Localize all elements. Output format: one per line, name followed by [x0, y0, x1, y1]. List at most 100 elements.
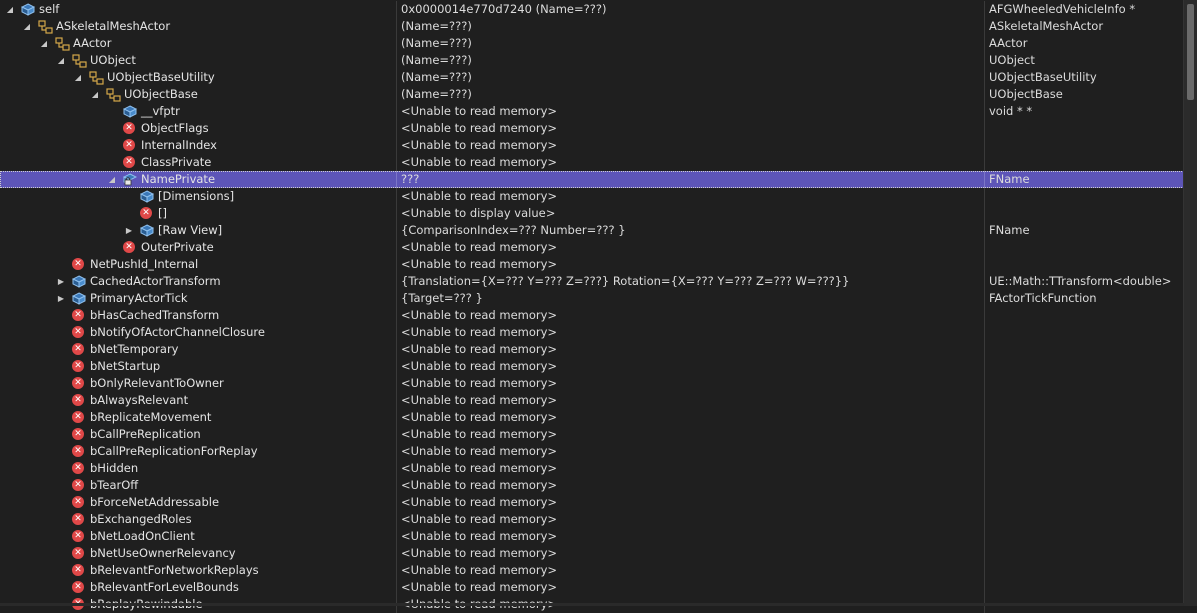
value-cell[interactable]: <Unable to read memory> — [396, 477, 984, 494]
watch-row[interactable]: ◢ UObjectBaseUtility (Name=???) UObjectBase… — [0, 69, 1184, 86]
watch-row[interactable]: ✕ bRelevantForNetworkReplays <Unable to re… — [0, 562, 1184, 579]
value-cell[interactable]: (Name=???) — [396, 69, 984, 86]
collapse-arrow-icon[interactable]: ◢ — [22, 18, 32, 35]
value-cell[interactable]: (Name=???) — [396, 52, 984, 69]
error-icon: ✕ — [72, 377, 86, 390]
value-cell[interactable]: (Name=???) — [396, 18, 984, 35]
name-cell: ◢ UObject — [0, 52, 396, 69]
watch-row[interactable]: ▶ PrimaryActorTick {Target=??? } FActorTick… — [0, 290, 1184, 307]
name-cell: ▶ [Raw View] — [0, 222, 396, 239]
expand-arrow-icon[interactable]: ▶ — [56, 273, 66, 290]
watch-row[interactable]: [Dimensions] <Unable to read memory> — [0, 188, 1184, 205]
type-cell: UE::Math::TTransform<double> — [984, 273, 1184, 290]
watch-row[interactable]: ✕ InternalIndex <Unable to read memory> — [0, 137, 1184, 154]
watch-row[interactable]: ✕ ObjectFlags <Unable to read memory> — [0, 120, 1184, 137]
collapse-arrow-icon[interactable]: ◢ — [39, 35, 49, 52]
watch-row[interactable]: __vfptr <Unable to read memory> void * * — [0, 103, 1184, 120]
watch-row[interactable]: ◢ self 0x0000014e770d7240 (Name=???) AFGWhe… — [0, 1, 1184, 18]
watch-row[interactable]: ✕ bNetLoadOnClient <Unable to read memory> — [0, 528, 1184, 545]
error-icon: ✕ — [140, 207, 154, 220]
type-cell — [984, 426, 1184, 443]
watch-row[interactable]: ◢ AActor (Name=???) AActor — [0, 35, 1184, 52]
watch-row[interactable]: ✕ bExchangedRoles <Unable to read memory> — [0, 511, 1184, 528]
value-cell[interactable]: <Unable to display value> — [396, 205, 984, 222]
watch-row[interactable]: ✕ bNetTemporary <Unable to read memory> — [0, 341, 1184, 358]
watch-row[interactable]: ✕ bCallPreReplication <Unable to read memo… — [0, 426, 1184, 443]
value-cell[interactable]: <Unable to read memory> — [396, 103, 984, 120]
variable-name: UObject — [90, 53, 136, 67]
watch-row[interactable]: ◢ ASkeletalMeshActor (Name=???) ASkeletalMe… — [0, 18, 1184, 35]
collapse-arrow-icon[interactable]: ◢ — [56, 52, 66, 69]
value-cell[interactable]: 0x0000014e770d7240 (Name=???) — [396, 1, 984, 18]
value-cell[interactable]: <Unable to read memory> — [396, 562, 984, 579]
object-icon — [71, 275, 87, 288]
watch-row[interactable]: ✕ bNetStartup <Unable to read memory> — [0, 358, 1184, 375]
watch-row[interactable]: ✕ NetPushId_Internal <Unable to read memor… — [0, 256, 1184, 273]
value-cell[interactable]: <Unable to read memory> — [396, 579, 984, 596]
name-cell: ✕ bOnlyRelevantToOwner — [0, 375, 396, 392]
value-cell[interactable]: {Translation={X=??? Y=??? Z=???} Rotatio… — [396, 273, 984, 290]
value-cell[interactable]: <Unable to read memory> — [396, 307, 984, 324]
value-cell[interactable]: <Unable to read memory> — [396, 188, 984, 205]
expand-arrow-icon[interactable]: ▶ — [56, 290, 66, 307]
value-cell[interactable]: <Unable to read memory> — [396, 494, 984, 511]
watch-row[interactable]: ✕ bHasCachedTransform <Unable to read memo… — [0, 307, 1184, 324]
collapse-arrow-icon[interactable]: ◢ — [90, 86, 100, 103]
watch-row[interactable]: ✕ bNetUseOwnerRelevancy <Unable to read me… — [0, 545, 1184, 562]
watch-row[interactable]: ✕ bOnlyRelevantToOwner <Unable to read mem… — [0, 375, 1184, 392]
collapse-arrow-icon[interactable]: ◢ — [73, 69, 83, 86]
value-cell[interactable]: <Unable to read memory> — [396, 409, 984, 426]
watch-row[interactable]: ✕ OuterPrivate <Unable to read memory> — [0, 239, 1184, 256]
watch-row[interactable]: ✕ bRelevantForLevelBounds <Unable to read … — [0, 579, 1184, 596]
value-cell[interactable]: <Unable to read memory> — [396, 528, 984, 545]
watch-row[interactable]: ✕ bNotifyOfActorChannelClosure <Unable to … — [0, 324, 1184, 341]
value-cell[interactable]: <Unable to read memory> — [396, 120, 984, 137]
type-cell — [984, 392, 1184, 409]
value-cell[interactable]: <Unable to read memory> — [396, 460, 984, 477]
type-cell — [984, 256, 1184, 273]
variable-name: bNetTemporary — [90, 342, 179, 356]
watch-row[interactable]: ▶ CachedActorTransform {Translation={X=???… — [0, 273, 1184, 290]
value-cell[interactable]: <Unable to read memory> — [396, 358, 984, 375]
scrollbar-thumb[interactable] — [1187, 4, 1194, 100]
watch-row[interactable]: ◢ UObject (Name=???) UObject — [0, 52, 1184, 69]
value-cell[interactable]: <Unable to read memory> — [396, 545, 984, 562]
watch-row[interactable]: ✕ bForceNetAddressable <Unable to read mem… — [0, 494, 1184, 511]
variable-name: bNetStartup — [90, 359, 161, 373]
watch-row[interactable]: ✕ ClassPrivate <Unable to read memory> — [0, 154, 1184, 171]
vertical-scrollbar[interactable] — [1183, 0, 1197, 606]
watch-row[interactable]: ✕ bAlwaysRelevant <Unable to read memory> — [0, 392, 1184, 409]
collapse-arrow-icon[interactable]: ◢ — [5, 1, 15, 18]
watch-row[interactable]: ✕ bReplicateMovement <Unable to read memor… — [0, 409, 1184, 426]
value-cell[interactable]: <Unable to read memory> — [396, 256, 984, 273]
collapse-arrow-icon[interactable]: ◢ — [107, 171, 117, 188]
watch-row[interactable]: ▶ [Raw View] {ComparisonIndex=??? Number=?… — [0, 222, 1184, 239]
watch-row[interactable]: ✕ bHidden <Unable to read memory> — [0, 460, 1184, 477]
watch-row[interactable]: ✕ bTearOff <Unable to read memory> — [0, 477, 1184, 494]
value-cell[interactable]: <Unable to read memory> — [396, 375, 984, 392]
watch-row[interactable]: ✕ [] <Unable to display value> — [0, 205, 1184, 222]
value-cell[interactable]: {ComparisonIndex=??? Number=??? } — [396, 222, 984, 239]
value-cell[interactable]: <Unable to read memory> — [396, 324, 984, 341]
value-cell[interactable]: <Unable to read memory> — [396, 426, 984, 443]
watch-row[interactable]: ◢ UObjectBase (Name=???) UObjectBase — [0, 86, 1184, 103]
value-cell[interactable]: <Unable to read memory> — [396, 341, 984, 358]
watch-row[interactable]: ✕ bCallPreReplicationForReplay <Unable to … — [0, 443, 1184, 460]
value-cell[interactable]: <Unable to read memory> — [396, 392, 984, 409]
type-cell — [984, 120, 1184, 137]
type-cell: AActor — [984, 35, 1184, 52]
value-cell[interactable]: (Name=???) — [396, 86, 984, 103]
value-cell[interactable]: <Unable to read memory> — [396, 511, 984, 528]
name-cell: ✕ bNetTemporary — [0, 341, 396, 358]
value-cell[interactable]: <Unable to read memory> — [396, 443, 984, 460]
name-cell: ✕ bCallPreReplication — [0, 426, 396, 443]
value-cell[interactable]: {Target=??? } — [396, 290, 984, 307]
value-cell[interactable]: <Unable to read memory> — [396, 239, 984, 256]
value-cell[interactable]: <Unable to read memory> — [396, 137, 984, 154]
watch-row[interactable]: ◢ NamePrivate??? FName — [0, 171, 1184, 188]
value-cell[interactable]: ??? — [396, 171, 984, 188]
value-cell[interactable]: (Name=???) — [396, 35, 984, 52]
value-cell[interactable]: <Unable to read memory> — [396, 154, 984, 171]
expand-arrow-icon[interactable]: ▶ — [124, 222, 134, 239]
type-cell — [984, 494, 1184, 511]
